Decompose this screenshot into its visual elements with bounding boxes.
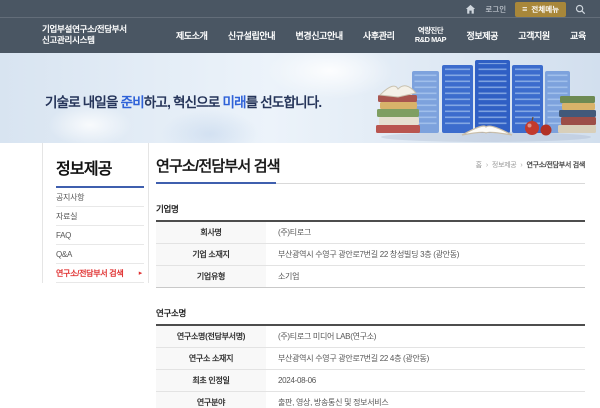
main-panel: 연구소/전담부서 검색 홈 › 정보제공 › 연구소/전담부서 검색 기업명 회… — [156, 143, 585, 408]
slogan-highlight-1: 준비 — [121, 95, 144, 110]
nav-item-post-management[interactable]: 사후관리 — [363, 29, 395, 42]
company-info-table: 회사명 (주)티로그 기업 소재지 부산광역시 수영구 광안로7번길 22 창성… — [156, 220, 585, 288]
row-label: 기업 소재지 — [156, 244, 266, 266]
table-row: 최초 인정일 2024-08-06 — [156, 370, 585, 392]
login-link[interactable]: 로그인 — [485, 4, 506, 15]
row-label: 기업유형 — [156, 266, 266, 288]
row-label: 회사명 — [156, 221, 266, 244]
sidebar-item-label: 자료실 — [56, 211, 77, 222]
sidebar-item-label: FAQ — [56, 231, 71, 240]
slogan-highlight-2: 미래 — [222, 95, 245, 110]
row-value: (주)티로그 미디어 LAB(연구소) — [266, 325, 585, 348]
breadcrumb-current: 연구소/전담부서 검색 — [526, 160, 585, 170]
nav-item-system-intro[interactable]: 제도소개 — [176, 29, 208, 42]
row-value: 소기업 — [266, 266, 585, 288]
arrow-right-icon: ▸ — [139, 269, 142, 277]
table-row: 회사명 (주)티로그 — [156, 221, 585, 244]
nav-item-new-establishment[interactable]: 신규설립안내 — [228, 29, 275, 42]
nav-item-change-report[interactable]: 변경신고안내 — [295, 29, 342, 42]
table-row: 연구소 소재지 부산광역시 수영구 광안로7번길 22 4층 (광안동) — [156, 348, 585, 370]
slogan-text-1: 기술로 내일을 — [45, 95, 121, 110]
all-menu-button[interactable]: ≡ 전체메뉴 — [515, 2, 566, 17]
banner-slogan: 기술로 내일을 준비하고, 혁신으로 미래를 선도합니다. — [45, 91, 321, 111]
row-value: 출판, 영상, 방송통신 및 정보서비스 — [266, 392, 585, 408]
hamburger-icon: ≡ — [522, 5, 527, 14]
sidebar-item-lab-search[interactable]: 연구소/전담부서 검색 ▸ — [56, 264, 144, 283]
slogan-text-3: 를 선도합니다. — [246, 95, 322, 110]
all-menu-label: 전체메뉴 — [531, 4, 559, 15]
slogan-text-2: 하고, 혁신으로 — [144, 95, 223, 110]
app-header: 로그인 ≡ 전체메뉴 기업부설연구소/전담부서 신고관리시스템 제도소개 신규설… — [0, 0, 600, 53]
row-value: (주)티로그 — [266, 221, 585, 244]
sidebar: 정보제공 공지사항 자료실 FAQ Q&A 연구소/전담부서 검색 ▸ — [42, 143, 149, 283]
chevron-right-icon: › — [520, 162, 522, 169]
breadcrumb-info[interactable]: 정보제공 — [492, 160, 517, 170]
sidebar-item-label: 공지사항 — [56, 192, 84, 203]
table-row: 기업 소재지 부산광역시 수영구 광안로7번길 22 창성빌딩 3층 (광안동) — [156, 244, 585, 266]
row-label: 최초 인정일 — [156, 370, 266, 392]
sidebar-item-label: Q&A — [56, 250, 72, 259]
row-value: 부산광역시 수영구 광안로7번길 22 4층 (광안동) — [266, 348, 585, 370]
table-row: 연구소명(전담부서명) (주)티로그 미디어 LAB(연구소) — [156, 325, 585, 348]
title-rule — [156, 183, 585, 184]
nav-item-capability-rnd-map[interactable]: 역량진단 R&D MAP — [415, 26, 446, 44]
breadcrumb: 홈 › 정보제공 › 연구소/전담부서 검색 — [476, 160, 585, 170]
content-area: 정보제공 공지사항 자료실 FAQ Q&A 연구소/전담부서 검색 ▸ 연구소/… — [0, 143, 600, 408]
nav-capability-line2: R&D MAP — [415, 35, 446, 44]
section-heading-lab: 연구소명 — [156, 307, 585, 319]
table-row: 연구분야 출판, 영상, 방송통신 및 정보서비스 — [156, 392, 585, 408]
row-value: 부산광역시 수영구 광안로7번길 22 창성빌딩 3층 (광안동) — [266, 244, 585, 266]
header-main-row: 기업부설연구소/전담부서 신고관리시스템 제도소개 신규설립안내 변경신고안내 … — [0, 17, 600, 53]
row-label: 연구소명(전담부서명) — [156, 325, 266, 348]
nav-item-customer-support[interactable]: 고객지원 — [518, 29, 550, 42]
chevron-right-icon: › — [486, 162, 488, 169]
row-label: 연구분야 — [156, 392, 266, 408]
logo-line2: 신고관리시스템 — [42, 35, 162, 46]
site-logo[interactable]: 기업부설연구소/전담부서 신고관리시스템 — [42, 24, 162, 46]
home-icon[interactable] — [465, 4, 476, 15]
search-icon[interactable] — [575, 4, 586, 15]
sidebar-item-notice[interactable]: 공지사항 — [56, 188, 144, 207]
nav-capability-line1: 역량진단 — [415, 26, 446, 35]
nav-item-info[interactable]: 정보제공 — [466, 29, 498, 42]
lab-info-table: 연구소명(전담부서명) (주)티로그 미디어 LAB(연구소) 연구소 소재지 … — [156, 324, 585, 408]
logo-line1: 기업부설연구소/전담부서 — [42, 24, 162, 35]
utility-bar: 로그인 ≡ 전체메뉴 — [465, 2, 586, 16]
row-label: 연구소 소재지 — [156, 348, 266, 370]
breadcrumb-home[interactable]: 홈 — [476, 160, 482, 170]
sidebar-item-qna[interactable]: Q&A — [56, 245, 144, 264]
sidebar-item-archive[interactable]: 자료실 — [56, 207, 144, 226]
main-nav: 제도소개 신규설립안내 변경신고안내 사후관리 역량진단 R&D MAP 정보제… — [176, 26, 586, 44]
banner-illustration-servers-books — [366, 55, 598, 143]
table-row: 기업유형 소기업 — [156, 266, 585, 288]
section-heading-company: 기업명 — [156, 203, 585, 215]
nav-item-education[interactable]: 교육 — [570, 29, 586, 42]
row-value: 2024-08-06 — [266, 370, 585, 392]
sidebar-title: 정보제공 — [56, 155, 148, 179]
hero-banner: 기술로 내일을 준비하고, 혁신으로 미래를 선도합니다. — [0, 53, 600, 143]
sidebar-item-label: 연구소/전담부서 검색 — [56, 268, 123, 279]
sidebar-item-faq[interactable]: FAQ — [56, 226, 144, 245]
